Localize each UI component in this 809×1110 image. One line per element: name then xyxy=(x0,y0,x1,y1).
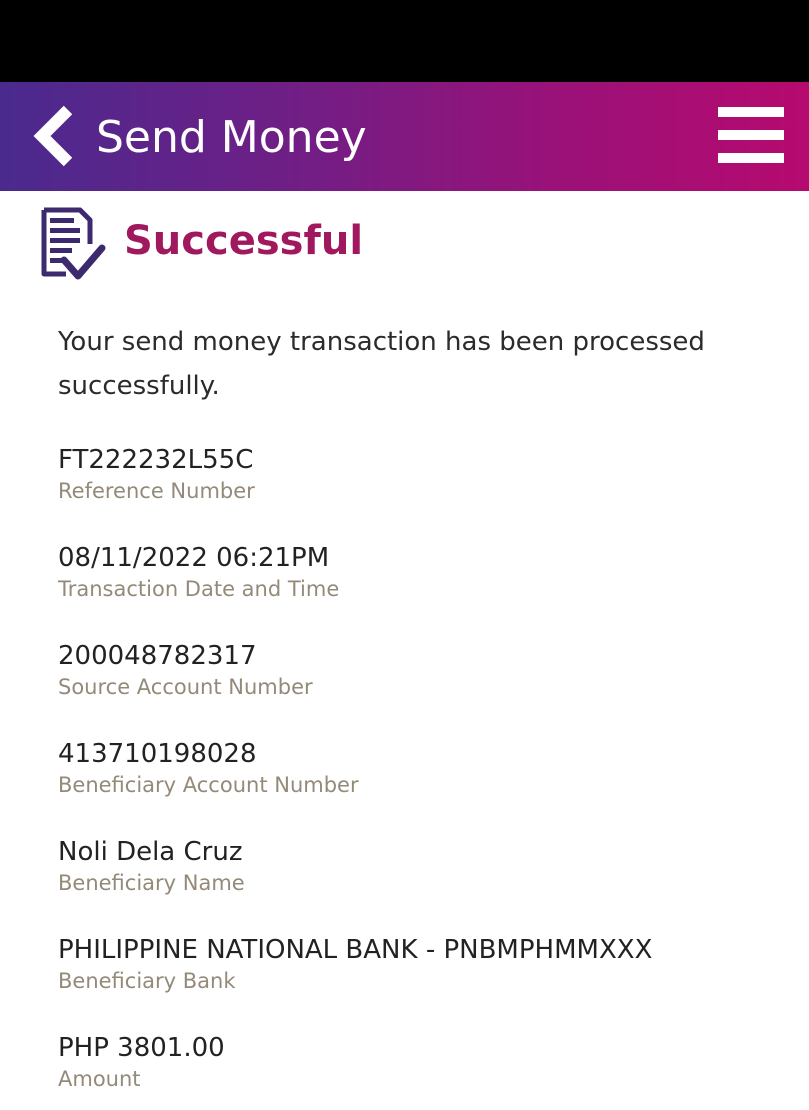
detail-transaction-date: 08/11/2022 06:21PM Transaction Date and … xyxy=(58,541,778,603)
detail-label: Beneficiary Bank xyxy=(58,969,236,993)
detail-beneficiary-name: Noli Dela Cruz Beneficiary Name xyxy=(58,835,778,897)
detail-source-account: 200048782317 Source Account Number xyxy=(58,639,778,701)
success-message: Your send money transaction has been pro… xyxy=(58,327,705,401)
detail-label: Reference Number xyxy=(58,479,255,503)
detail-reference-number: FT222232L55C Reference Number xyxy=(58,443,778,505)
detail-value: PHP 3801.00 xyxy=(58,1033,225,1063)
back-button[interactable] xyxy=(30,104,84,168)
status-row: Successful xyxy=(36,204,776,284)
detail-label: Transaction Date and Time xyxy=(58,577,340,601)
receipt-check-icon xyxy=(41,207,106,280)
detail-label: Source Account Number xyxy=(58,675,313,699)
detail-label: Beneficiary Name xyxy=(58,871,245,895)
page-title: Send Money xyxy=(96,112,367,163)
detail-label: Beneficiary Account Number xyxy=(58,773,359,797)
detail-value: 200048782317 xyxy=(58,641,257,671)
detail-value: 08/11/2022 06:21PM xyxy=(58,543,330,573)
detail-value: Noli Dela Cruz xyxy=(58,837,243,867)
detail-value: PHILIPPINE NATIONAL BANK - PNBMPHMMXXX xyxy=(58,935,653,965)
status-title: Successful xyxy=(124,218,364,264)
chevron-left-icon xyxy=(33,105,73,167)
detail-beneficiary-account: 413710198028 Beneficiary Account Number xyxy=(58,737,778,799)
detail-amount: PHP 3801.00 Amount xyxy=(58,1031,778,1093)
detail-beneficiary-bank: PHILIPPINE NATIONAL BANK - PNBMPHMMXXX B… xyxy=(58,933,778,995)
menu-button[interactable] xyxy=(718,107,784,163)
detail-value: 413710198028 xyxy=(58,739,257,769)
detail-value: FT222232L55C xyxy=(58,445,254,475)
app-header: Send Money xyxy=(0,82,809,191)
status-bar xyxy=(0,0,809,82)
detail-label: Amount xyxy=(58,1067,141,1091)
